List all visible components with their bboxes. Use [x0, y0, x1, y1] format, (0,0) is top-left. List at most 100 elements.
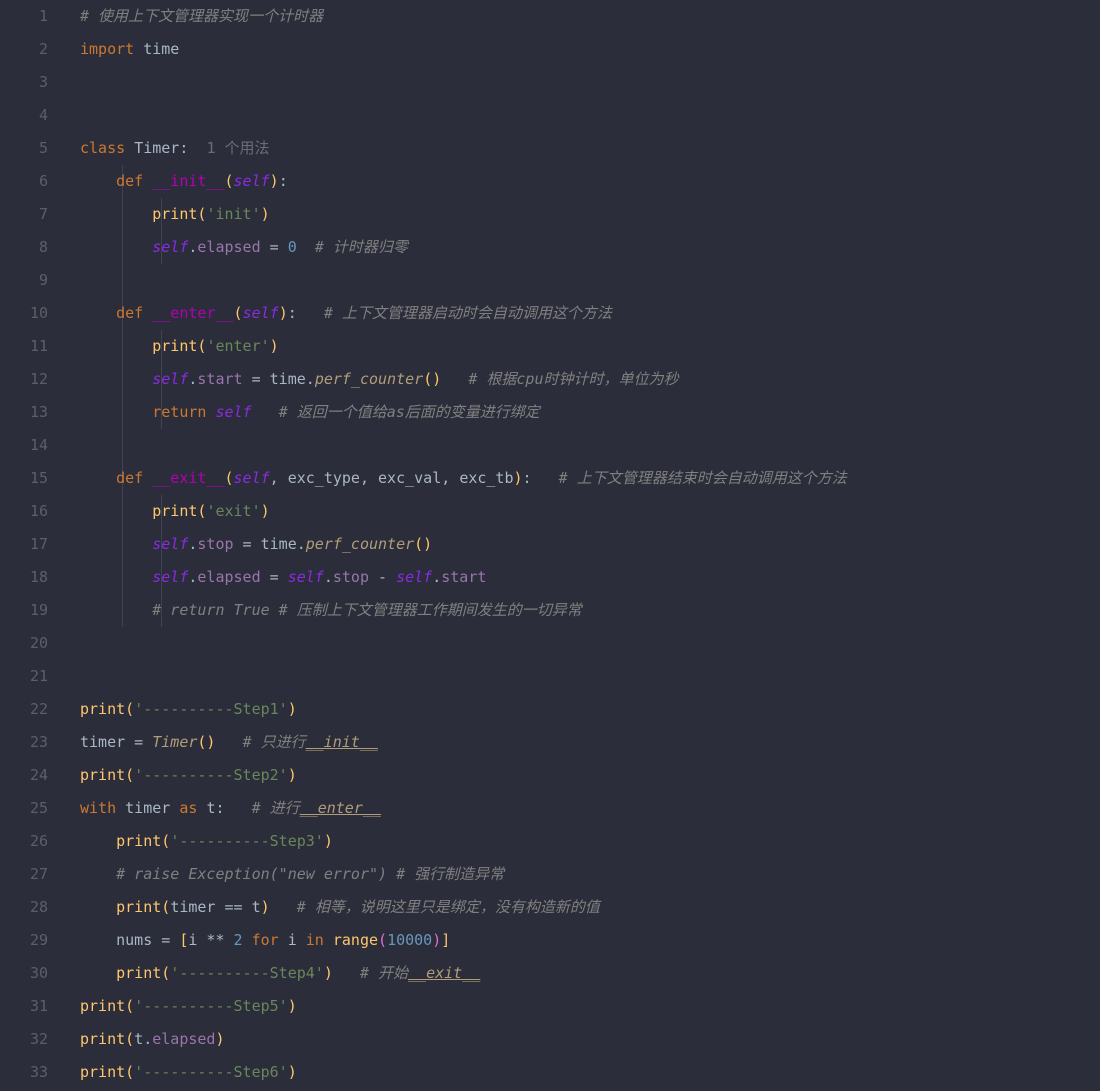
- code-line[interactable]: print('----------Step4') # 开始__exit__: [80, 957, 1100, 990]
- token-id: exc_tb: [459, 469, 513, 487]
- line-number: 13: [0, 396, 48, 429]
- line-number: 12: [0, 363, 48, 396]
- token-op: [243, 931, 252, 949]
- code-line[interactable]: print('----------Step2'): [80, 759, 1100, 792]
- code-line[interactable]: # return True # 压制上下文管理器工作期间发生的一切异常: [80, 594, 1100, 627]
- token-cmt: # 返回一个值给as后面的变量进行绑定: [279, 403, 540, 421]
- token-op: :: [215, 799, 251, 817]
- code-line[interactable]: def __enter__(self): # 上下文管理器启动时会自动调用这个方…: [80, 297, 1100, 330]
- token-b1: (: [225, 172, 234, 190]
- code-area[interactable]: # 使用上下文管理器实现一个计时器import time class Timer:…: [80, 0, 1100, 1091]
- code-line[interactable]: def __exit__(self, exc_type, exc_val, ex…: [80, 462, 1100, 495]
- token-op: =: [243, 370, 270, 388]
- code-line[interactable]: [80, 99, 1100, 132]
- token-cmt: # 上下文管理器结束时会自动调用这个方法: [559, 469, 847, 487]
- code-line[interactable]: # 使用上下文管理器实现一个计时器: [80, 0, 1100, 33]
- token-fn: print: [80, 766, 125, 784]
- token-op: [333, 964, 360, 982]
- token-b1: ): [288, 997, 297, 1015]
- token-mtd: Timer: [152, 733, 197, 751]
- token-str: '----------Step6': [134, 1063, 288, 1081]
- token-op: **: [197, 931, 233, 949]
- token-fn: range: [333, 931, 378, 949]
- token-fn: print: [116, 832, 161, 850]
- token-id: nums: [116, 931, 152, 949]
- token-op: ,: [270, 469, 288, 487]
- code-editor[interactable]: 1234567891011121314151617181920212223242…: [0, 0, 1100, 1091]
- code-line[interactable]: print('----------Step6'): [80, 1056, 1100, 1089]
- code-line[interactable]: return self # 返回一个值给as后面的变量进行绑定: [80, 396, 1100, 429]
- code-line[interactable]: print('enter'): [80, 330, 1100, 363]
- token-cmt: # 进行: [252, 799, 300, 817]
- token-b1: ): [279, 304, 288, 322]
- line-number: 3: [0, 66, 48, 99]
- code-line[interactable]: print('----------Step1'): [80, 693, 1100, 726]
- code-line[interactable]: print('init'): [80, 198, 1100, 231]
- token-self: self: [152, 535, 188, 553]
- token-dunder-cmt: __init__: [306, 733, 378, 751]
- code-line[interactable]: import time: [80, 33, 1100, 66]
- code-line[interactable]: [80, 66, 1100, 99]
- token-self: self: [396, 568, 432, 586]
- token-op: [80, 931, 116, 949]
- gutter-separator: [60, 0, 80, 1091]
- code-line[interactable]: self.elapsed = 0 # 计时器归零: [80, 231, 1100, 264]
- token-cmt: # 计时器归零: [315, 238, 408, 256]
- token-b1: (: [161, 964, 170, 982]
- code-line[interactable]: print('----------Step3'): [80, 825, 1100, 858]
- token-b1: ): [270, 172, 279, 190]
- token-fn: print: [80, 1030, 125, 1048]
- token-b1: ): [324, 964, 333, 982]
- token-fn: print: [80, 1063, 125, 1081]
- code-line[interactable]: [80, 429, 1100, 462]
- token-b1: ): [324, 832, 333, 850]
- token-b1: ): [261, 205, 270, 223]
- token-op: [143, 304, 152, 322]
- token-kw: in: [306, 931, 324, 949]
- token-str: '----------Step1': [134, 700, 288, 718]
- token-op: .: [432, 568, 441, 586]
- token-str: 'init': [206, 205, 260, 223]
- token-dunder-cmt: __exit__: [408, 964, 480, 982]
- code-line[interactable]: def __init__(self):: [80, 165, 1100, 198]
- token-id: exc_val: [378, 469, 441, 487]
- token-kw: def: [116, 304, 143, 322]
- code-line[interactable]: self.stop = time.perf_counter(): [80, 528, 1100, 561]
- code-line[interactable]: [80, 627, 1100, 660]
- code-line[interactable]: timer = Timer() # 只进行__init__: [80, 726, 1100, 759]
- token-op: =: [152, 931, 179, 949]
- token-fld: stop: [333, 568, 369, 586]
- token-op: [80, 964, 116, 982]
- code-line[interactable]: print('----------Step5'): [80, 990, 1100, 1023]
- token-id: time: [270, 370, 306, 388]
- token-fn: print: [116, 964, 161, 982]
- code-line[interactable]: nums = [i ** 2 for i in range(10000)]: [80, 924, 1100, 957]
- token-kw: return: [152, 403, 206, 421]
- token-fld: elapsed: [152, 1030, 215, 1048]
- token-mtd: perf_counter: [306, 535, 414, 553]
- token-op: =: [261, 238, 288, 256]
- token-cmt: # 开始: [360, 964, 408, 982]
- token-op: [116, 799, 125, 817]
- code-line[interactable]: [80, 660, 1100, 693]
- code-line[interactable]: print('exit'): [80, 495, 1100, 528]
- token-self: self: [152, 238, 188, 256]
- code-line[interactable]: print(t.elapsed): [80, 1023, 1100, 1056]
- token-cmt: # 上下文管理器启动时会自动调用这个方法: [324, 304, 612, 322]
- token-op: [297, 931, 306, 949]
- code-line[interactable]: with timer as t: # 进行__enter__: [80, 792, 1100, 825]
- token-op: [80, 601, 152, 619]
- code-line[interactable]: # raise Exception("new error") # 强行制造异常: [80, 858, 1100, 891]
- code-line[interactable]: [80, 264, 1100, 297]
- token-op: .: [324, 568, 333, 586]
- token-self: self: [215, 403, 251, 421]
- token-b1: (: [125, 1030, 134, 1048]
- code-line[interactable]: self.elapsed = self.stop - self.start: [80, 561, 1100, 594]
- token-op: .: [306, 370, 315, 388]
- code-line[interactable]: self.start = time.perf_counter() # 根据cpu…: [80, 363, 1100, 396]
- token-fn: print: [116, 898, 161, 916]
- code-line[interactable]: print(timer == t) # 相等，说明这里只是绑定，没有构造新的值: [80, 891, 1100, 924]
- code-line[interactable]: class Timer: 1 个用法: [80, 132, 1100, 165]
- token-b1: (: [161, 898, 170, 916]
- token-kw: with: [80, 799, 116, 817]
